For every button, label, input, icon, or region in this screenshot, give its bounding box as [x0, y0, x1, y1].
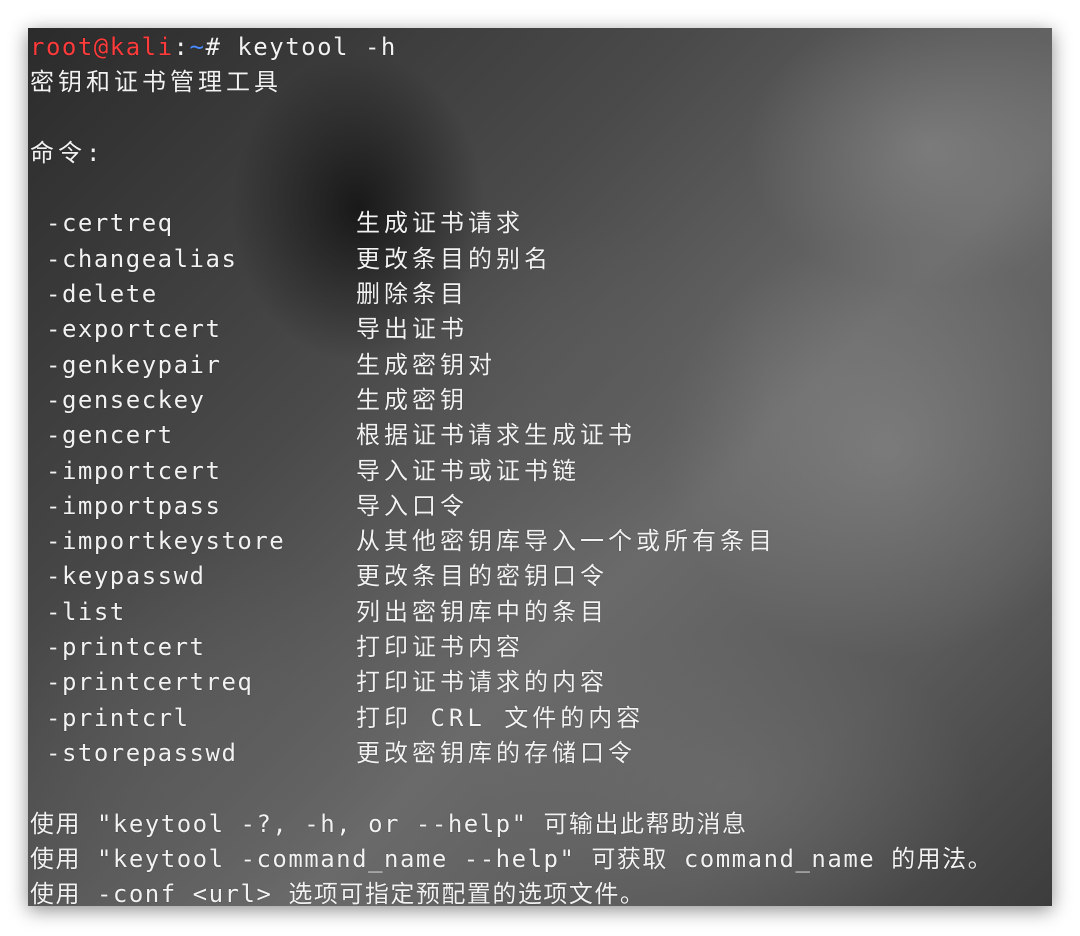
command-name: -keypasswd [46, 562, 206, 591]
terminal-window[interactable]: root@kali:~# keytool -h 密钥和证书管理工具 命令: -c… [28, 28, 1052, 906]
command-name: -delete [46, 280, 158, 309]
command-row: -importpass 导入口令 [30, 489, 1052, 524]
command-row: -exportcert 导出证书 [30, 312, 1052, 347]
command-description: 更改密钥库的存储口令 [356, 738, 636, 767]
command-name: -importkeystore [46, 527, 286, 556]
terminal-output: root@kali:~# keytool -h 密钥和证书管理工具 命令: -c… [28, 28, 1052, 906]
command-row: -gencert 根据证书请求生成证书 [30, 418, 1052, 453]
command-prompt-line: root@kali:~# keytool -h [30, 30, 1052, 65]
command-name: -printcert [46, 633, 206, 662]
footer-line: 使用 "keytool -?, -h, or --help" 可输出此帮助消息 [30, 809, 748, 838]
command-name: -printcertreq [46, 668, 254, 697]
command-name: -printcrl [46, 703, 190, 732]
command-row: -keypasswd 更改条目的密钥口令 [30, 559, 1052, 594]
command-description: 列出密钥库中的条目 [356, 597, 608, 626]
command-name: -gencert [46, 421, 174, 450]
command-description: 删除条目 [356, 280, 468, 309]
command-row: -certreq 生成证书请求 [30, 206, 1052, 241]
page: root@kali:~# keytool -h 密钥和证书管理工具 命令: -c… [0, 0, 1080, 936]
footer-line: 使用 "keytool -command_name --help" 可获取 co… [30, 844, 994, 873]
command-description: 生成密钥对 [356, 350, 496, 379]
command-name: -genkeypair [46, 350, 222, 379]
command-name: -genseckey [46, 385, 206, 414]
command-description: 打印证书请求的内容 [356, 668, 608, 697]
command-name: -importpass [46, 491, 222, 520]
footer-line: 使用 -conf <url> 选项可指定预配置的选项文件。 [30, 880, 646, 906]
command-name: -storepasswd [46, 738, 238, 767]
command-list: -certreq 生成证书请求 -changealias 更改条目的别名 -delete… [30, 206, 1052, 771]
command-description: 根据证书请求生成证书 [356, 421, 636, 450]
prompt-separator: : [173, 33, 190, 61]
command-description: 更改条目的密钥口令 [356, 562, 608, 591]
command-row: -list 列出密钥库中的条目 [30, 595, 1052, 630]
command-row: -printcertreq 打印证书请求的内容 [30, 665, 1052, 700]
command-description: 生成密钥 [356, 385, 468, 414]
command-name: -list [46, 597, 126, 626]
command-description: 打印证书内容 [356, 633, 524, 662]
command-row: -importkeystore 从其他密钥库导入一个或所有条目 [30, 524, 1052, 559]
command-name: -changealias [46, 244, 238, 273]
command-description: 导出证书 [356, 315, 468, 344]
prompt-path: ~ [189, 33, 206, 61]
commands-header: 命令: [30, 138, 105, 167]
command-name: -exportcert [46, 315, 222, 344]
command-row: -importcert 导入证书或证书链 [30, 454, 1052, 489]
prompt-symbol: # [205, 33, 222, 61]
command-row: -printcert 打印证书内容 [30, 630, 1052, 665]
command-row: -changealias 更改条目的别名 [30, 242, 1052, 277]
prompt-user-host: root@kali [30, 33, 174, 61]
command-name: -certreq [46, 209, 174, 238]
command-description: 生成证书请求 [356, 209, 524, 238]
entered-command: keytool -h [221, 33, 397, 61]
command-row: -genkeypair 生成密钥对 [30, 348, 1052, 383]
command-description: 导入证书或证书链 [356, 456, 580, 485]
command-description: 打印 CRL 文件的内容 [356, 703, 645, 732]
tool-title: 密钥和证书管理工具 [30, 68, 282, 97]
command-name: -importcert [46, 456, 222, 485]
command-description: 从其他密钥库导入一个或所有条目 [356, 527, 776, 556]
command-description: 导入口令 [356, 491, 468, 520]
command-row: -printcrl 打印 CRL 文件的内容 [30, 701, 1052, 736]
command-row: -genseckey 生成密钥 [30, 383, 1052, 418]
command-row: -delete 删除条目 [30, 277, 1052, 312]
command-row: -storepasswd 更改密钥库的存储口令 [30, 736, 1052, 771]
command-description: 更改条目的别名 [356, 244, 552, 273]
